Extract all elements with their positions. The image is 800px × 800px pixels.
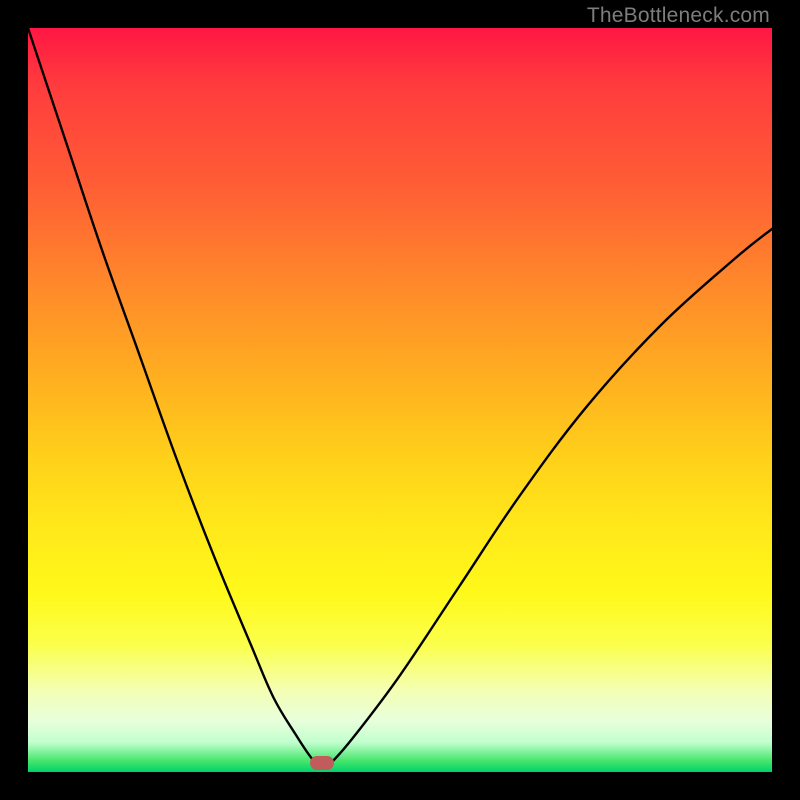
chart-frame: TheBottleneck.com [0,0,800,800]
optimum-marker [310,756,334,770]
bottleneck-curve [28,28,772,772]
watermark-text: TheBottleneck.com [587,4,770,28]
plot-area [28,28,772,772]
